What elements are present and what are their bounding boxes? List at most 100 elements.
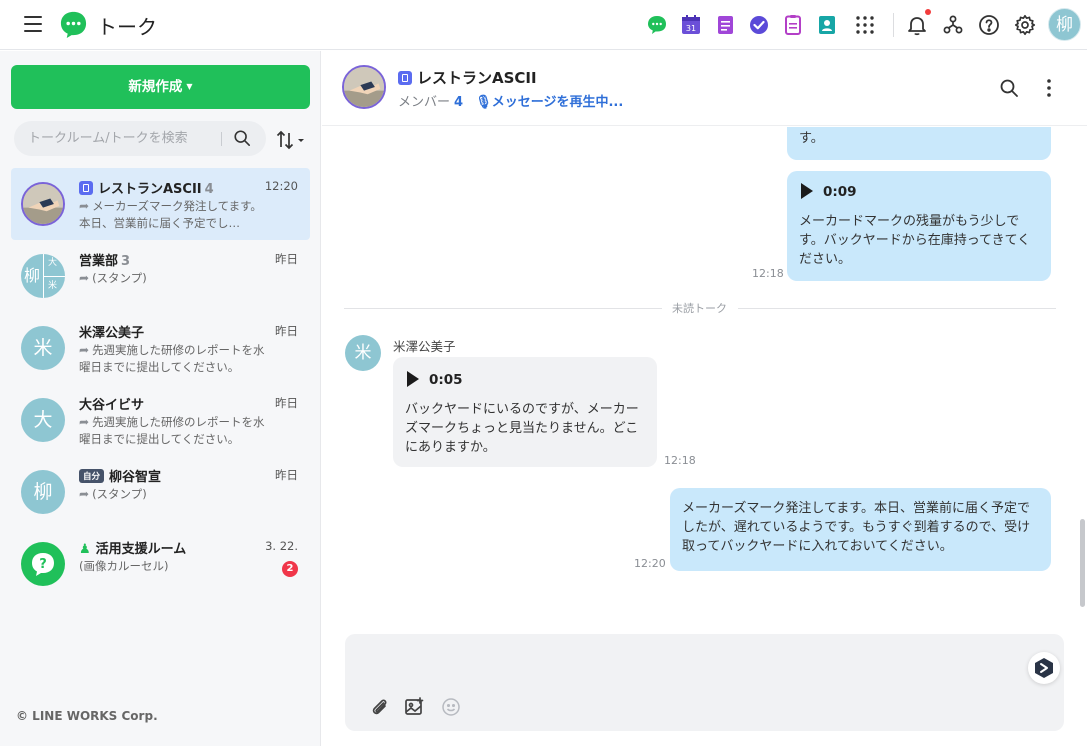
typing-indicator: ...	[696, 615, 713, 625]
reply-arrow-icon: ➦	[79, 415, 90, 429]
form-icon[interactable]	[781, 13, 805, 37]
app-title: トーク	[97, 15, 157, 39]
room-avatar: 米	[21, 326, 65, 370]
room-search-input[interactable]	[28, 121, 218, 156]
user-avatar[interactable]: 柳	[1048, 8, 1081, 41]
notification-dot	[925, 9, 931, 15]
search-separator	[221, 132, 222, 146]
message-text: メーカーズマーク発注してます。本日、営業前に届く予定でしたが、遅れているようです…	[682, 501, 1031, 554]
calendar-icon[interactable]: 31	[679, 13, 703, 37]
reply-arrow-icon: ➦	[79, 271, 90, 285]
talk-room-item[interactable]: 大 大谷イビサ 昨日 ➦ 先週実施した研修のレポートを水曜日までに提出してください…	[11, 384, 310, 456]
message-text: メーカードマークの残量がもう少しです。バックヤードから在庫持ってきてください。	[799, 214, 1031, 267]
message-scrollbar[interactable]	[1080, 519, 1085, 607]
calendar-day: 31	[686, 24, 696, 33]
emoji-icon[interactable]	[440, 696, 462, 718]
room-avatar: 大	[21, 398, 65, 442]
microphone-icon: 🎙	[475, 95, 492, 110]
members-count[interactable]: 4	[454, 95, 463, 110]
play-icon[interactable]	[407, 371, 419, 387]
sort-icon[interactable]	[275, 129, 307, 151]
more-options-icon[interactable]	[1040, 78, 1058, 98]
talk-sidebar: 新規作成▼ レストランASCII4 12:20 ➦メーカーズマーク発注してます。…	[0, 51, 321, 746]
help-room-avatar: ?	[21, 542, 65, 586]
help-icon[interactable]	[977, 13, 1001, 37]
new-talk-button[interactable]: 新規作成 ▼	[11, 65, 310, 109]
top-bar: トーク 31 柳	[0, 0, 1087, 50]
voice-duration: 0:05	[429, 372, 463, 388]
chat-search-icon[interactable]	[999, 78, 1019, 98]
chat-header: レストランASCII メンバー 4 🎙メッセージを再生中...	[322, 51, 1087, 126]
sender-name: 米澤公美子	[393, 339, 456, 354]
talk-room-item[interactable]: 柳 自分 柳谷智宣 昨日 ➦ (スタンプ)	[11, 456, 310, 528]
contacts-icon[interactable]	[815, 13, 839, 37]
attachment-icon[interactable]	[368, 696, 390, 718]
members-label: メンバー	[398, 95, 451, 110]
message-text: す。	[799, 131, 824, 146]
talk-room-item[interactable]: ? ♟ 活用支援ルーム 3. 22. (画像カルーセル) 2	[11, 528, 310, 600]
incoming-voice-message[interactable]: 0:05 バックヤードにいるのですが、メーカーズマークちょっと見当たりません。ど…	[393, 357, 657, 467]
play-icon[interactable]	[801, 183, 813, 199]
room-name: 営業部 3	[79, 254, 131, 269]
playback-status[interactable]: 🎙メッセージを再生中...	[475, 95, 623, 110]
message-text: バックヤードにいるのですが、メーカーズマークちょっと見当たりません。どこにありま…	[405, 402, 639, 455]
message-time: 12:18	[752, 267, 784, 280]
outgoing-message[interactable]: メーカーズマーク発注してます。本日、営業前に届く予定でしたが、遅れているようです…	[670, 488, 1051, 571]
room-name: ♟ 活用支援ルーム	[79, 542, 187, 557]
room-name: 自分 柳谷智宣	[79, 466, 161, 485]
talk-service-icon[interactable]	[645, 13, 669, 37]
room-name: 大谷イビサ	[79, 398, 145, 413]
group-avatar-char: 大	[48, 258, 58, 268]
member-count: 4	[204, 182, 214, 197]
voice-player: 0:05	[407, 371, 463, 388]
unread-divider: 未読トーク	[344, 300, 1056, 315]
reply-arrow-icon: ➦	[79, 487, 90, 501]
talk-room-item[interactable]: 柳 大 米 営業部 3 昨日 ➦ (スタンプ)	[11, 240, 310, 312]
notification-bell-icon[interactable]	[905, 13, 929, 37]
message-composer	[345, 634, 1064, 731]
room-avatar	[21, 182, 65, 226]
chevron-down-icon: ▼	[186, 82, 193, 91]
room-name: レストランASCII 4	[79, 178, 214, 197]
room-preview: (画像カルーセル)	[79, 559, 169, 573]
room-preview: ➦ (スタンプ)	[79, 487, 147, 501]
copyright: © LINE WORKS Corp.	[16, 709, 158, 723]
note-icon[interactable]	[713, 13, 737, 37]
talk-room-item[interactable]: レストランASCII 4 12:20 ➦ メーカーズマーク発注してます。本日、営業前…	[11, 168, 310, 240]
chat-subtitle: メンバー 4 🎙メッセージを再生中...	[398, 91, 623, 110]
unread-divider-label: 未読トーク	[672, 302, 727, 315]
org-chart-icon[interactable]	[941, 13, 965, 37]
message-time: 12:20	[634, 557, 666, 570]
task-check-icon[interactable]	[747, 13, 771, 37]
app-window: トーク 31 柳 新規作成 ▼ トークルーム/トークを検索 レストランASCII…	[0, 0, 1087, 746]
member-count: 3	[121, 254, 131, 269]
voice-duration: 0:09	[823, 184, 857, 200]
search-bar	[14, 121, 266, 156]
settings-icon[interactable]	[1013, 13, 1037, 37]
header-divider	[893, 13, 894, 37]
room-time: 昨日	[275, 252, 298, 266]
voice-player: 0:09	[801, 183, 857, 200]
outgoing-message[interactable]: す。	[787, 127, 1051, 160]
image-upload-icon[interactable]	[403, 696, 425, 718]
message-input[interactable]	[359, 644, 1019, 684]
group-avatar: 柳 大 米	[21, 254, 65, 298]
chat-title: レストランASCII	[398, 67, 537, 88]
chat-room-avatar[interactable]	[342, 65, 386, 109]
outgoing-voice-message[interactable]: 0:09 メーカードマークの残量がもう少しです。バックヤードから在庫持ってきてく…	[787, 171, 1051, 281]
ai-assist-button[interactable]	[1028, 652, 1060, 684]
room-time: 12:20	[264, 179, 298, 193]
menu-icon[interactable]	[24, 16, 42, 32]
reply-arrow-icon: ➦	[79, 199, 90, 213]
svg-text:?: ?	[39, 557, 47, 572]
apps-grid-icon[interactable]	[853, 13, 877, 37]
message-time: 12:18	[664, 454, 696, 467]
room-type-icon	[79, 181, 93, 195]
room-preview: ➦ 先週実施した研修のレポートを水曜日までに提出してください。	[79, 343, 265, 374]
sender-avatar[interactable]: 米	[345, 335, 381, 371]
room-time: 昨日	[275, 468, 298, 482]
talk-room-item[interactable]: 米 米澤公美子 昨日 ➦ 先週実施した研修のレポートを水曜日までに提出してください…	[11, 312, 310, 384]
search-icon[interactable]	[233, 129, 251, 147]
room-time: 3. 22.	[265, 539, 298, 553]
room-time: 昨日	[275, 324, 298, 338]
